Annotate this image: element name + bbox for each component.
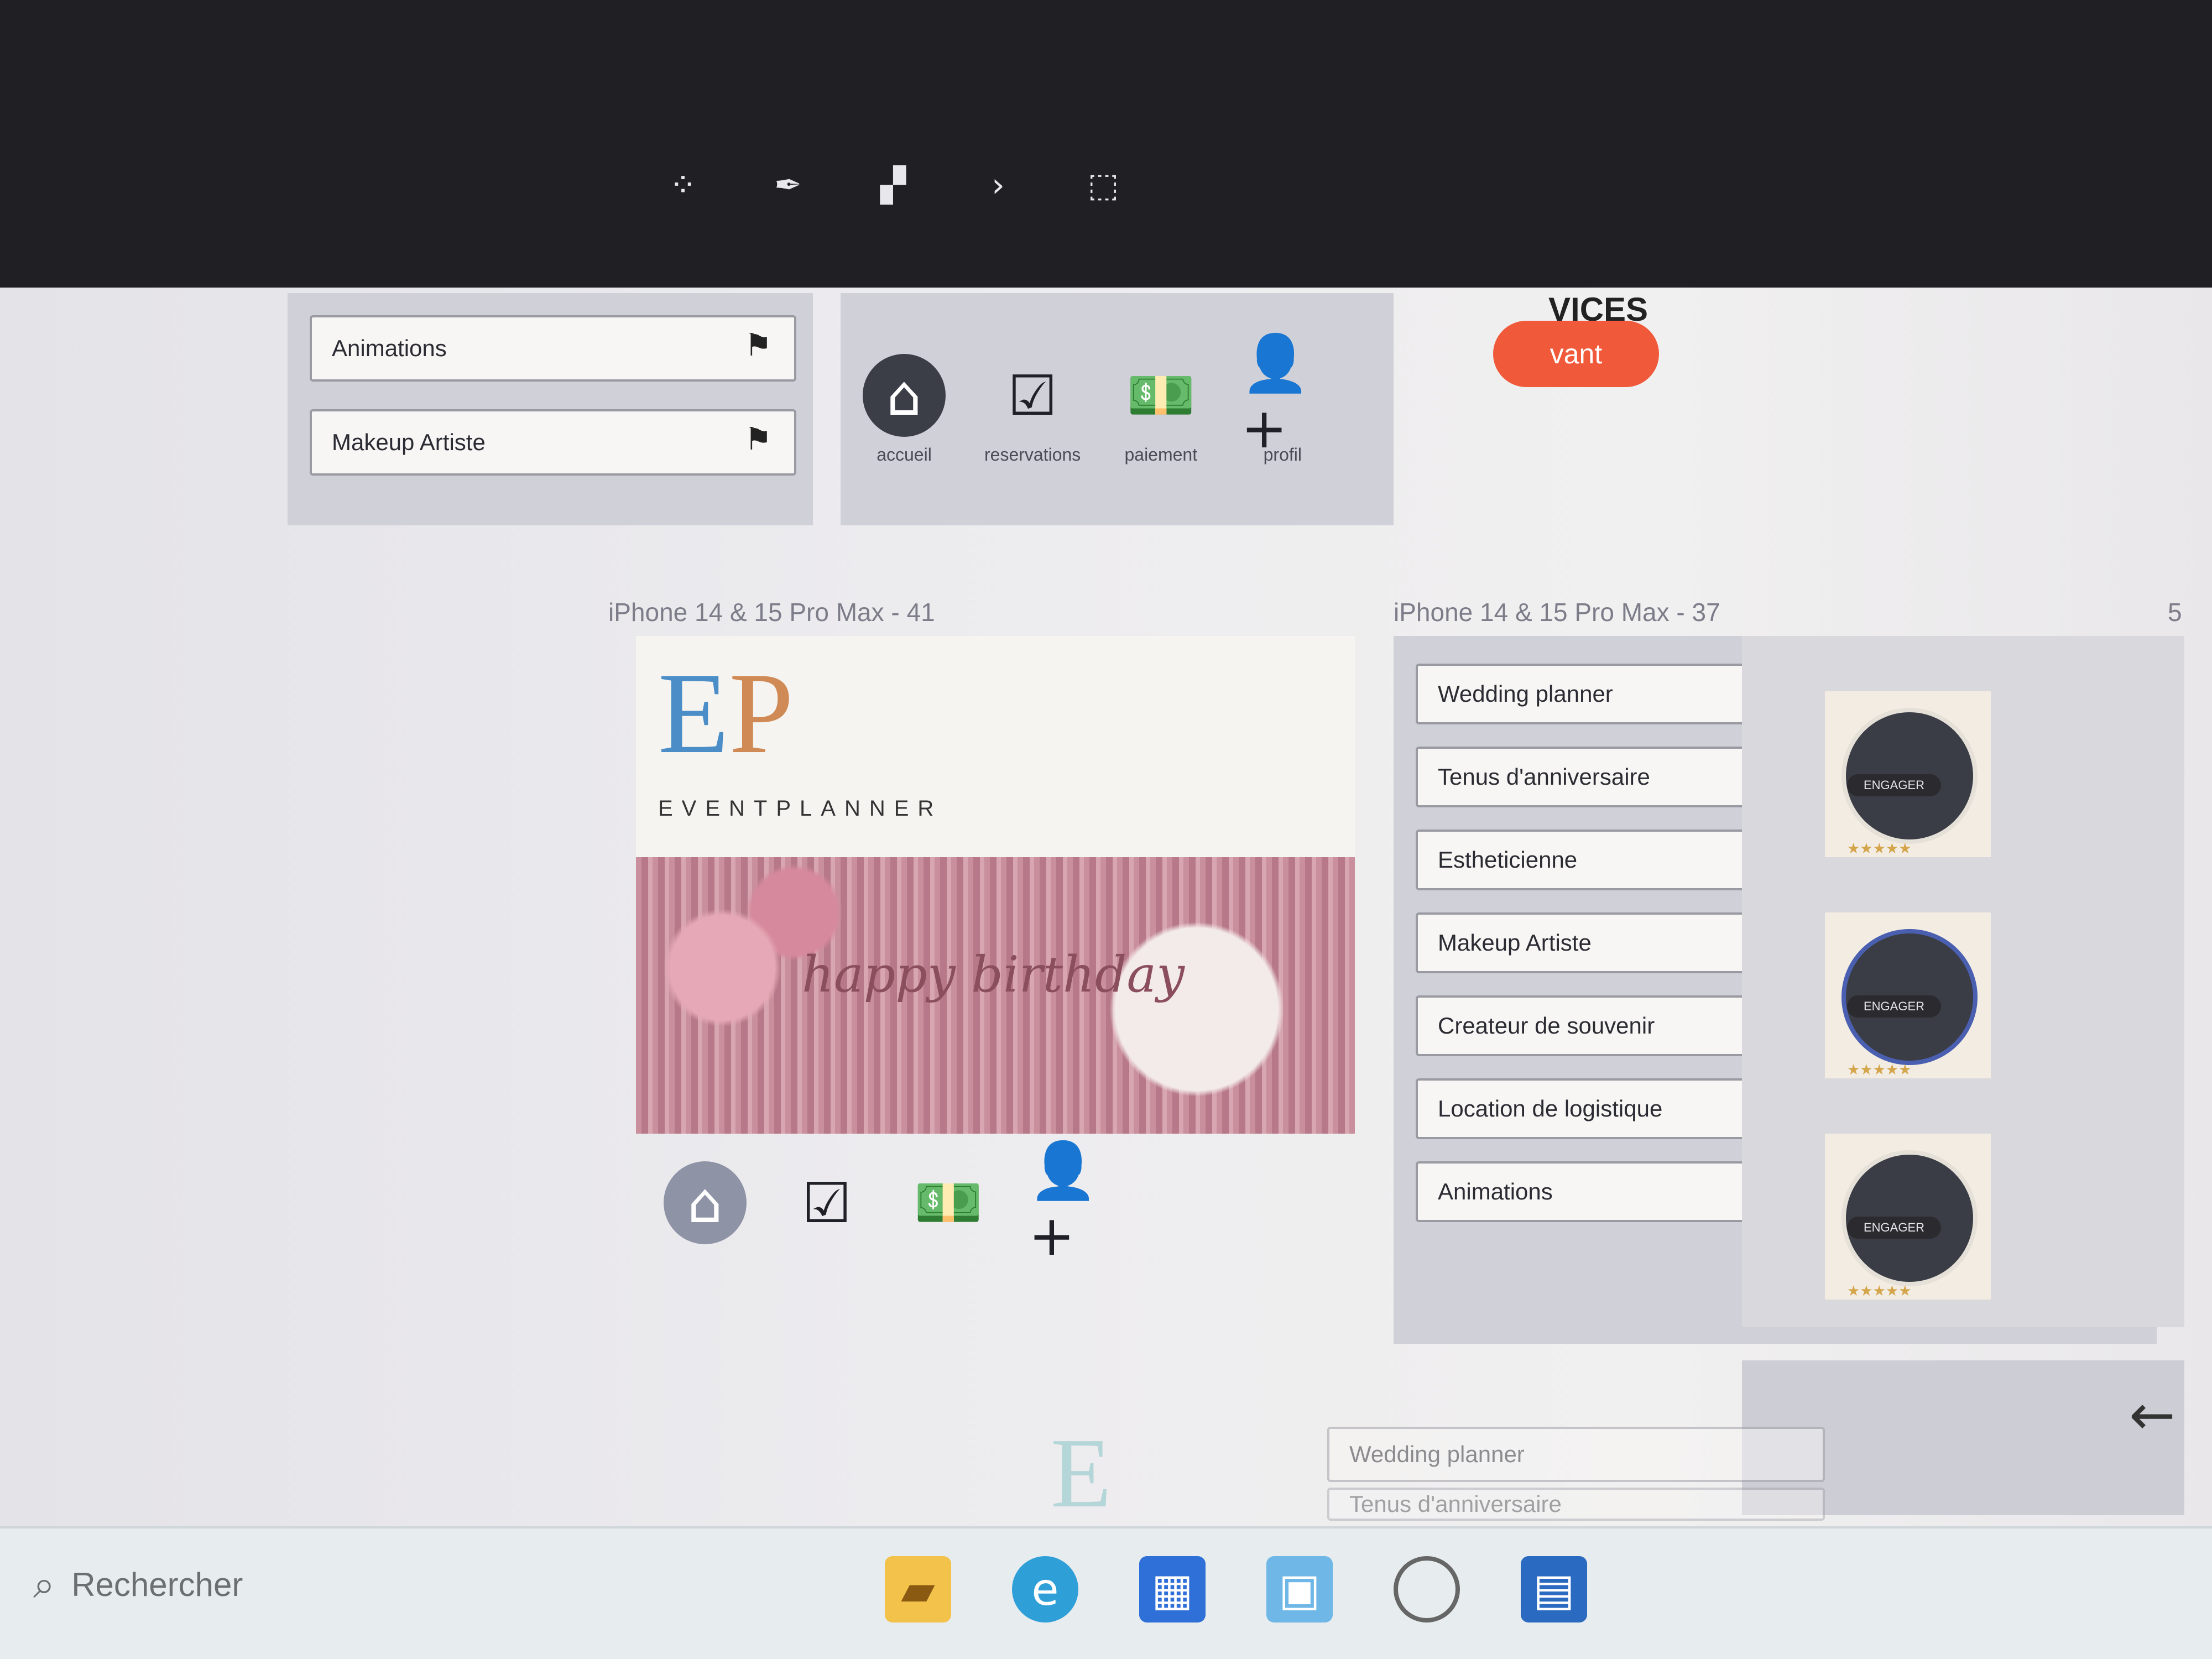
nav-item-accueil[interactable]: ⌂ accueil xyxy=(863,354,946,465)
engager-button[interactable]: ENGAGER xyxy=(1847,995,1941,1018)
nav-label: accueil xyxy=(877,445,932,465)
card-label: Animations xyxy=(332,335,447,361)
category-card-makeup[interactable]: Makeup Artiste ⚑ xyxy=(310,409,796,476)
frame-5-label[interactable]: 5 xyxy=(2168,597,2182,627)
add-user-icon: 👤+ xyxy=(1241,330,1310,461)
circle-icon[interactable] xyxy=(1394,1556,1460,1623)
rating-stars: ★★★★★ xyxy=(1847,841,1912,857)
photo-caption: happy birthday xyxy=(802,946,1185,1004)
nav-item-profil[interactable]: 👤+ profil xyxy=(1241,330,1324,465)
search-placeholder: Rechercher xyxy=(71,1566,243,1603)
add-user-icon: 👤+ xyxy=(1029,1138,1098,1268)
bookmark-icon: ⚑ xyxy=(744,327,773,363)
edge-icon[interactable]: e xyxy=(1012,1556,1078,1623)
search-icon: ⌕ xyxy=(33,1562,55,1607)
partial-card-tenus[interactable]: Tenus d'anniversaire xyxy=(1327,1488,1825,1521)
nav-item-home[interactable]: ⌂ xyxy=(664,1161,747,1244)
payment-icon: 💵 xyxy=(1126,363,1196,427)
shapes-icon[interactable]: ▞ xyxy=(874,166,912,205)
nav-label: profil xyxy=(1263,445,1302,465)
floating-toolbar: ⁘ ✒ ▞ › ⬚ xyxy=(664,166,1123,205)
nav-label: paiement xyxy=(1124,445,1198,465)
grid-icon[interactable]: ⁘ xyxy=(664,166,702,205)
rating-stars: ★★★★★ xyxy=(1847,1283,1912,1300)
photos-icon[interactable]: ▣ xyxy=(1266,1556,1333,1623)
editor-bezel: ⁘ ✒ ▞ › ⬚ xyxy=(0,0,2212,288)
frame-37-label[interactable]: iPhone 14 & 15 Pro Max - 37 xyxy=(1394,597,1720,627)
figma-canvas[interactable]: ⁘ ✒ ▞ › ⬚ VICES vant ⌂ accueil ☑ reserva… xyxy=(0,0,2212,1659)
logo-p: P xyxy=(729,649,794,778)
engager-button[interactable]: ENGAGER xyxy=(1847,1217,1941,1239)
nav-item-reservations[interactable]: ☑ reservations xyxy=(984,354,1081,465)
nav-label: reservations xyxy=(984,445,1081,465)
store-icon[interactable]: ▦ xyxy=(1139,1556,1206,1623)
home-icon: ⌂ xyxy=(664,1161,747,1244)
frame-icon[interactable]: ⬚ xyxy=(1084,166,1123,205)
reservation-icon: ☑ xyxy=(802,1170,852,1235)
app-icon[interactable]: ▤ xyxy=(1521,1556,1587,1623)
file-explorer-icon[interactable]: ▰ xyxy=(885,1556,951,1623)
partial-logo: E xyxy=(1051,1418,1112,1528)
bookmark-icon: ⚑ xyxy=(744,421,773,457)
taskbar-apps: ▰ e ▦ ▣ ▤ xyxy=(885,1556,1587,1623)
logo-e: E xyxy=(658,649,729,778)
partial-card-wedding[interactable]: Wedding planner xyxy=(1327,1427,1825,1482)
category-card-animations[interactable]: Animations ⚑ xyxy=(310,315,796,382)
top-nav: ⌂ accueil ☑ reservations 💵 paiement 👤+ p… xyxy=(863,330,1324,465)
screen: ⁘ ✒ ▞ › ⬚ VICES vant ⌂ accueil ☑ reserva… xyxy=(0,0,2212,1659)
orange-action-button[interactable]: vant xyxy=(1493,321,1659,387)
profile-card[interactable]: ENGAGER ★★★★★ xyxy=(1825,691,1991,857)
profile-card[interactable]: ENGAGER ★★★★★ xyxy=(1825,1134,1991,1300)
back-arrow-icon[interactable]: ← xyxy=(2129,1383,2176,1447)
frame-41-label[interactable]: iPhone 14 & 15 Pro Max - 41 xyxy=(608,597,935,627)
nav-item-reservation[interactable]: ☑ xyxy=(785,1161,868,1244)
hero-photo: happy birthday xyxy=(636,857,1355,1134)
profile-card[interactable]: ENGAGER ★★★★★ xyxy=(1825,912,1991,1078)
engager-button[interactable]: ENGAGER xyxy=(1847,774,1941,796)
frame-41-nav: ⌂ ☑ 💵 👤+ xyxy=(664,1138,1112,1268)
payment-icon: 💵 xyxy=(914,1170,983,1235)
card-label: Makeup Artiste xyxy=(332,429,486,455)
taskbar-search[interactable]: ⌕ Rechercher xyxy=(33,1562,243,1608)
home-icon: ⌂ xyxy=(863,354,946,437)
logo-wordmark: EVENTPLANNER xyxy=(658,796,943,821)
app-logo: EP xyxy=(658,647,794,780)
pen-icon[interactable]: ✒ xyxy=(769,166,807,205)
nav-item-paiement[interactable]: 💵 paiement xyxy=(1119,354,1202,465)
chevron-icon[interactable]: › xyxy=(979,166,1018,205)
frame-41[interactable]: EP EVENTPLANNER happy birthday xyxy=(636,636,1355,1134)
taskbar: ⌕ Rechercher ▰ e ▦ ▣ ▤ xyxy=(0,1526,2212,1659)
rating-stars: ★★★★★ xyxy=(1847,1062,1912,1078)
reservation-icon: ☑ xyxy=(1008,363,1057,428)
nav-item-profile[interactable]: 👤+ xyxy=(1029,1138,1112,1268)
nav-item-payment[interactable]: 💵 xyxy=(907,1161,990,1244)
